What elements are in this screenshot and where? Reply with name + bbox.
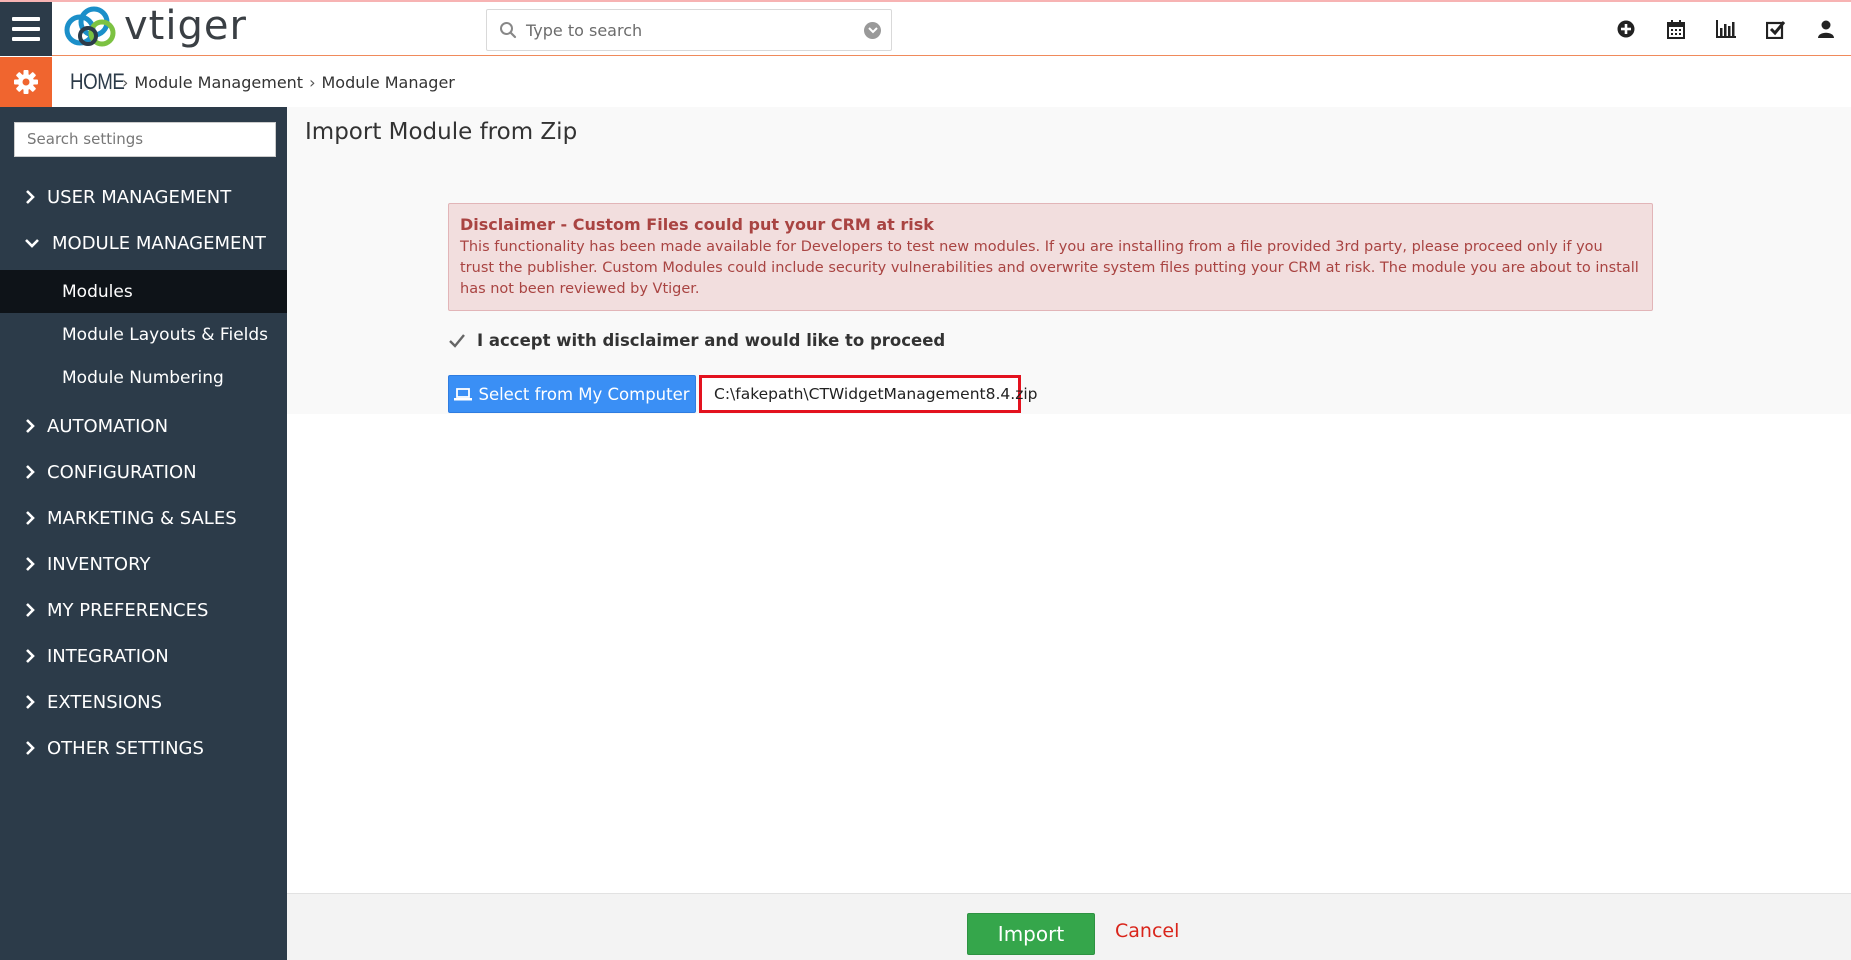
menu-icon[interactable] (0, 2, 52, 56)
sidebar-item-configuration[interactable]: CONFIGURATION (0, 449, 287, 495)
breadcrumb-separator-icon: › (309, 72, 316, 92)
sidebar-item-label: EXTENSIONS (47, 691, 163, 713)
search-icon (500, 22, 517, 39)
select-file-button[interactable]: Select from My Computer (448, 375, 696, 413)
sidebar-subitem-module-numbering[interactable]: Module Numbering (0, 356, 287, 399)
file-select-row: Select from My Computer C:\fakepath\CTWi… (448, 375, 1037, 413)
sidebar-item-module-management[interactable]: MODULE MANAGEMENT (0, 220, 287, 266)
sidebar-item-label: INVENTORY (47, 553, 151, 575)
chevron-right-icon (22, 740, 38, 756)
cancel-link[interactable]: Cancel (1115, 920, 1179, 942)
sidebar-item-label: MODULE MANAGEMENT (52, 232, 266, 254)
laptop-icon (454, 387, 473, 400)
settings-gear-icon[interactable] (0, 57, 52, 107)
sidebar-item-automation[interactable]: AUTOMATION (0, 403, 287, 449)
chevron-right-icon (22, 189, 38, 205)
sidebar-item-label: OTHER SETTINGS (47, 737, 204, 759)
sidebar-item-integration[interactable]: INTEGRATION (0, 633, 287, 679)
search-dropdown-icon[interactable] (864, 22, 881, 39)
chevron-right-icon (22, 464, 38, 480)
bar-chart-icon[interactable] (1701, 20, 1751, 38)
sidebar-item-label: MARKETING & SALES (47, 507, 237, 529)
header-actions (1601, 2, 1851, 56)
user-icon[interactable] (1801, 20, 1851, 38)
breadcrumb: HOME › Module Management › Module Manage… (70, 57, 455, 107)
sidebar-subitem-module-layouts-fields[interactable]: Module Layouts & Fields (0, 313, 287, 356)
sidebar-item-label: USER MANAGEMENT (47, 186, 232, 208)
sidebar-item-my-preferences[interactable]: MY PREFERENCES (0, 587, 287, 633)
page-title: Import Module from Zip (305, 119, 578, 145)
sidebar-item-label: MY PREFERENCES (47, 599, 209, 621)
plus-circle-icon[interactable] (1601, 20, 1651, 38)
disclaimer-title: Disclaimer - Custom Files could put your… (460, 215, 934, 234)
global-search[interactable]: Type to search (486, 9, 892, 51)
chevron-right-icon (22, 510, 38, 526)
chevron-down-icon (24, 235, 40, 251)
chevron-right-icon (22, 694, 38, 710)
logo-text: vtiger (124, 3, 247, 49)
sidebar-item-inventory[interactable]: INVENTORY (0, 541, 287, 587)
sidebar-item-marketing-sales[interactable]: MARKETING & SALES (0, 495, 287, 541)
import-panel: Import Module from Zip Disclaimer - Cust… (287, 107, 1851, 414)
sidebar-subitem-modules[interactable]: Modules (0, 270, 287, 313)
accept-disclaimer-label[interactable]: I accept with disclaimer and would like … (477, 331, 945, 350)
breadcrumb-item-module-management[interactable]: Module Management (134, 73, 303, 92)
main-content: Import Module from Zip Disclaimer - Cust… (287, 107, 1851, 960)
form-footer: Import Cancel (287, 893, 1851, 960)
selected-file-name: C:\fakepath\CTWidgetManagement8.4.zip (699, 375, 1037, 413)
calendar-icon[interactable] (1651, 19, 1701, 39)
accept-disclaimer-row: I accept with disclaimer and would like … (448, 331, 945, 350)
select-file-button-label: Select from My Computer (478, 384, 690, 404)
chevron-right-icon (22, 648, 38, 664)
top-navbar: vtiger Type to search (0, 0, 1851, 56)
vtiger-logo-icon (64, 6, 116, 47)
accept-disclaimer-checkbox[interactable] (448, 332, 466, 350)
sidebar-item-other-settings[interactable]: OTHER SETTINGS (0, 725, 287, 771)
sidebar-item-label: INTEGRATION (47, 645, 169, 667)
breadcrumb-item-module-manager[interactable]: Module Manager (321, 73, 454, 92)
import-button[interactable]: Import (967, 913, 1095, 955)
chevron-right-icon (22, 556, 38, 572)
settings-search-input[interactable]: Search settings (14, 122, 276, 157)
app-logo[interactable]: vtiger (62, 3, 247, 52)
chevron-right-icon (22, 418, 38, 434)
sidebar-item-extensions[interactable]: EXTENSIONS (0, 679, 287, 725)
sidebar-item-label: AUTOMATION (47, 415, 169, 437)
chevron-right-icon (22, 602, 38, 618)
disclaimer-body: This functionality has been made availab… (460, 239, 1639, 297)
breadcrumb-home[interactable]: HOME (70, 69, 125, 95)
settings-sidebar: Search settings USER MANAGEMENT MODULE M… (0, 107, 287, 960)
sidebar-item-label: CONFIGURATION (47, 461, 197, 483)
checkmark-icon (449, 333, 465, 348)
disclaimer-alert: Disclaimer - Custom Files could put your… (448, 203, 1653, 311)
sidebar-item-user-management[interactable]: USER MANAGEMENT (0, 174, 287, 220)
search-input[interactable]: Type to search (526, 21, 642, 40)
breadcrumb-bar: HOME › Module Management › Module Manage… (0, 57, 1851, 107)
checkbox-icon[interactable] (1751, 20, 1801, 39)
settings-menu: USER MANAGEMENT MODULE MANAGEMENT Module… (0, 174, 287, 771)
